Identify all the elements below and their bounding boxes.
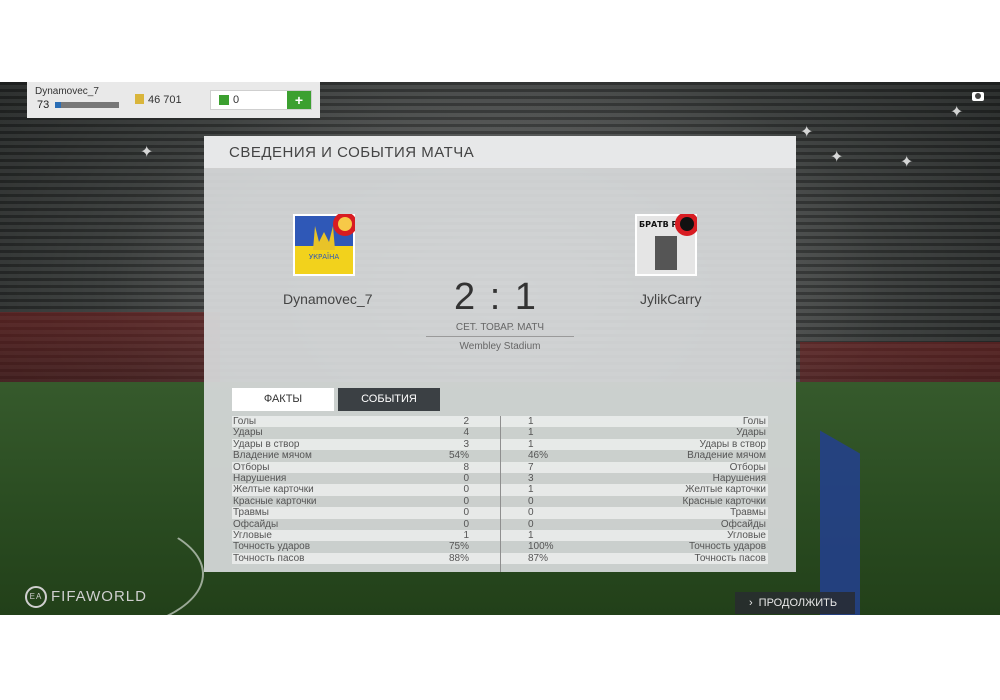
stat-value-home: 2 <box>463 416 469 427</box>
stat-label-away: Отборы <box>729 461 766 473</box>
stat-value-home: 0 <box>463 495 469 507</box>
ad-board <box>820 430 860 615</box>
home-team-name: Dynamovec_7 <box>283 291 373 307</box>
points-value: 0 <box>233 94 240 106</box>
away-team-name: JylikCarry <box>640 291 702 307</box>
stat-value-home: 8 <box>463 461 469 473</box>
stat-value-home: 0 <box>463 484 469 496</box>
match-type: СЕТ. ТОВАР. МАТЧ <box>455 322 545 333</box>
stat-value-away: 3 <box>528 473 534 484</box>
coins-value: 46 701 <box>148 94 182 106</box>
continue-button[interactable]: › ПРОДОЛЖИТЬ <box>735 592 855 614</box>
stat-label-away: Травмы <box>730 507 766 519</box>
stat-label-away: Точность ударов <box>688 541 766 553</box>
points-display: 0 + <box>210 90 312 110</box>
stat-value-home: 0 <box>463 507 469 519</box>
chevron-right-icon: › <box>749 597 753 609</box>
match-score: 2 : 1 <box>454 276 538 318</box>
stat-value-away: 1 <box>528 530 534 541</box>
sparkle-icon: ✦ <box>950 104 964 121</box>
camera-icon[interactable] <box>972 92 984 101</box>
player-hud: Dynamovec_7 73 46 701 0 + <box>27 82 320 118</box>
stat-label-home: Желтые карточки <box>233 484 314 496</box>
stat-label-home: Отборы <box>233 461 270 473</box>
stat-label-home: Нарушения <box>233 473 287 484</box>
stat-label-home: Угловые <box>233 530 272 541</box>
stat-label-away: Владение мячом <box>687 450 766 462</box>
sparkle-icon: ✦ <box>800 124 814 141</box>
stat-label-home: Красные карточки <box>233 495 317 507</box>
stat-label-away: Желтые карточки <box>685 484 766 496</box>
sparkle-icon: ✦ <box>830 149 844 166</box>
fifa-world-logo: EA FIFAWORLD <box>25 586 147 608</box>
stat-value-away: 0 <box>528 495 534 507</box>
coins-display: 46 701 <box>135 94 182 106</box>
home-badge-text: УКРАЇНА <box>309 252 340 261</box>
stat-label-home: Офсайды <box>233 518 279 530</box>
stat-label-away: Удары в створ <box>699 438 767 450</box>
stat-value-home: 3 <box>463 438 469 450</box>
home-team-badge: УКРАЇНА <box>293 214 355 276</box>
stat-value-away: 1 <box>528 484 534 496</box>
tab-facts[interactable]: ФАКТЫ <box>232 388 334 411</box>
stat-label-away: Офсайды <box>720 518 766 530</box>
stat-value-away: 1 <box>528 416 534 427</box>
stadium-name: Wembley Stadium <box>459 341 541 352</box>
panel-header: СВЕДЕНИЯ И СОБЫТИЯ МАТЧА <box>204 136 796 169</box>
sparkle-icon: ✦ <box>900 154 914 171</box>
coins-icon <box>135 94 144 104</box>
stat-label-home: Точность пасов <box>233 552 305 564</box>
score-separator <box>426 336 574 337</box>
continue-label: ПРОДОЛЖИТЬ <box>758 597 838 609</box>
stat-value-home: 4 <box>463 427 469 439</box>
stat-value-away: 0 <box>528 507 534 519</box>
panel-title: СВЕДЕНИЯ И СОБЫТИЯ МАТЧА <box>229 144 475 161</box>
stat-label-away: Точность пасов <box>694 552 767 564</box>
game-screen: ✦ ✦ ✦ ✦ ✦ ✦ Dynamovec_7 73 46 701 0 + СВ… <box>0 82 1000 615</box>
tab-events[interactable]: СОБЫТИЯ <box>338 388 440 411</box>
stat-label-home: Удары в створ <box>233 438 300 450</box>
stat-value-away: 46% <box>528 450 549 462</box>
stat-value-away: 7 <box>528 461 534 473</box>
stat-value-away: 1 <box>528 427 534 439</box>
add-points-button[interactable]: + <box>287 91 311 109</box>
level-progress-bar <box>55 102 119 108</box>
stat-value-home: 1 <box>463 530 469 541</box>
stat-label-away: Голы <box>742 416 766 427</box>
points-icon <box>219 95 229 105</box>
stat-value-home: 0 <box>463 473 469 484</box>
stat-label-home: Удары <box>233 427 263 439</box>
fifa-world-logo-text: FIFAWORLD <box>51 587 147 605</box>
level-progress-fill <box>55 102 62 108</box>
stat-value-away: 100% <box>528 541 554 553</box>
stat-value-away: 0 <box>528 518 534 530</box>
hud-level: 73 <box>37 99 50 111</box>
stat-value-home: 54% <box>448 450 469 462</box>
away-team-badge: БРАТВ РВЕТС <box>635 214 697 276</box>
sparkle-icon: ✦ <box>140 144 154 161</box>
stat-label-away: Нарушения <box>712 473 766 484</box>
stat-label-away: Красные карточки <box>682 495 766 507</box>
stat-value-home: 0 <box>463 518 469 530</box>
stat-label-away: Удары <box>736 427 766 439</box>
ea-logo-icon: EA <box>25 586 47 608</box>
stat-label-home: Травмы <box>233 507 269 519</box>
stat-value-home: 88% <box>448 552 469 564</box>
stats-divider <box>500 416 501 572</box>
stat-value-home: 75% <box>448 541 469 553</box>
stat-value-away: 87% <box>528 552 549 564</box>
stat-label-home: Владение мячом <box>233 450 312 462</box>
stat-label-home: Точность ударов <box>233 541 311 553</box>
stat-label-away: Угловые <box>727 530 766 541</box>
stat-label-home: Голы <box>233 416 257 427</box>
match-details-panel: СВЕДЕНИЯ И СОБЫТИЯ МАТЧА УКРАЇНА Dynamov… <box>204 136 796 572</box>
hud-username: Dynamovec_7 <box>35 86 99 97</box>
stat-value-away: 1 <box>528 438 534 450</box>
